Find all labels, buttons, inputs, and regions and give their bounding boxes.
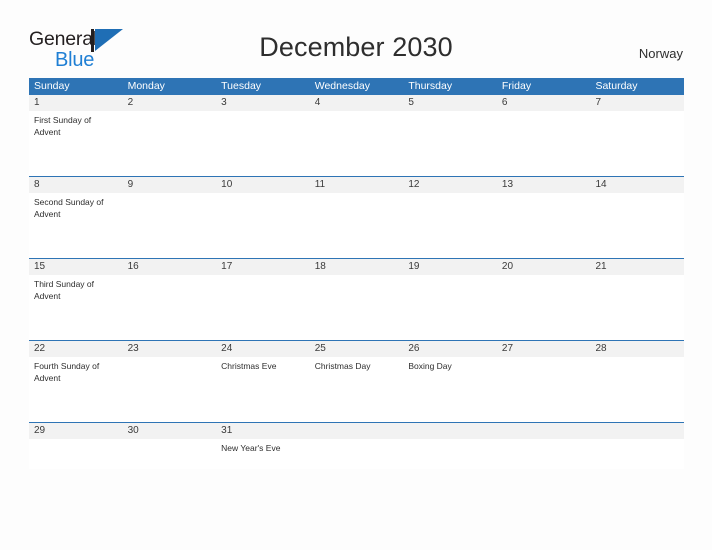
day-event xyxy=(403,111,497,176)
day-event xyxy=(123,357,217,422)
day-event: First Sunday of Advent xyxy=(34,115,92,137)
week-row: 29 30 31 New Year's Eve xyxy=(29,422,684,469)
day-number[interactable]: 14 xyxy=(590,177,684,193)
week-date-band: 22 23 24 25 26 27 28 xyxy=(29,341,684,357)
day-event xyxy=(590,193,684,258)
day-number[interactable]: 11 xyxy=(310,177,404,193)
day-event xyxy=(590,111,684,176)
weekday-header-thursday: Thursday xyxy=(408,80,453,92)
week-date-band: 1 2 3 4 5 6 7 xyxy=(29,95,684,111)
day-number[interactable]: 7 xyxy=(590,95,684,111)
day-number[interactable]: 2 xyxy=(123,95,217,111)
day-event: Second Sunday of Advent xyxy=(34,197,104,219)
day-number[interactable]: 30 xyxy=(123,423,217,439)
day-event xyxy=(497,193,591,258)
week-event-band: First Sunday of Advent xyxy=(29,111,684,176)
week-row: 15 16 17 18 19 20 21 Third Sunday of Adv… xyxy=(29,258,684,340)
day-number[interactable] xyxy=(403,423,497,439)
day-event xyxy=(123,275,217,340)
calendar-grid: Sunday Monday Tuesday Wednesday Thursday… xyxy=(29,78,684,469)
day-number[interactable]: 6 xyxy=(497,95,591,111)
day-event xyxy=(216,193,310,258)
day-number[interactable]: 13 xyxy=(497,177,591,193)
week-date-band: 8 9 10 11 12 13 14 xyxy=(29,177,684,193)
day-number[interactable]: 20 xyxy=(497,259,591,275)
day-event xyxy=(29,439,123,469)
day-event: Fourth Sunday of Advent xyxy=(34,361,100,383)
weekday-header-tuesday: Tuesday xyxy=(221,80,262,92)
day-event xyxy=(403,193,497,258)
day-number[interactable] xyxy=(497,423,591,439)
week-row: 1 2 3 4 5 6 7 First Sunday of Advent xyxy=(29,95,684,176)
day-event xyxy=(497,357,591,422)
day-number[interactable]: 3 xyxy=(216,95,310,111)
day-event xyxy=(310,439,404,469)
day-event xyxy=(497,275,591,340)
week-date-band: 29 30 31 xyxy=(29,423,684,439)
day-number[interactable]: 19 xyxy=(403,259,497,275)
day-event xyxy=(123,111,217,176)
day-number[interactable]: 15 xyxy=(29,259,123,275)
weekday-header-wednesday: Wednesday xyxy=(314,80,370,92)
day-number[interactable]: 22 xyxy=(29,341,123,357)
weekday-header-sunday: Sunday xyxy=(34,80,70,92)
day-number[interactable]: 8 xyxy=(29,177,123,193)
week-event-band: Second Sunday of Advent xyxy=(29,193,684,258)
day-event xyxy=(310,193,404,258)
day-number[interactable]: 18 xyxy=(310,259,404,275)
weekday-header-row: Sunday Monday Tuesday Wednesday Thursday… xyxy=(29,78,684,95)
day-event xyxy=(497,439,591,469)
day-number[interactable]: 21 xyxy=(590,259,684,275)
day-number[interactable]: 25 xyxy=(310,341,404,357)
weekday-header-monday: Monday xyxy=(127,80,165,92)
day-event: Third Sunday of Advent xyxy=(34,279,95,301)
day-event xyxy=(590,439,684,469)
day-number[interactable]: 10 xyxy=(216,177,310,193)
day-event xyxy=(123,193,217,258)
day-event xyxy=(216,111,310,176)
country-label: Norway xyxy=(638,46,683,61)
day-number[interactable]: 16 xyxy=(123,259,217,275)
day-event xyxy=(590,357,684,422)
week-date-band: 15 16 17 18 19 20 21 xyxy=(29,259,684,275)
week-event-band: New Year's Eve xyxy=(29,439,684,469)
day-number[interactable]: 27 xyxy=(497,341,591,357)
day-number[interactable]: 29 xyxy=(29,423,123,439)
day-event: Christmas Day xyxy=(314,361,371,371)
day-event xyxy=(310,111,404,176)
day-event xyxy=(310,275,404,340)
weekday-header-friday: Friday xyxy=(501,80,532,92)
day-number[interactable] xyxy=(590,423,684,439)
week-event-band: Third Sunday of Advent xyxy=(29,275,684,340)
day-event: New Year's Eve xyxy=(221,443,281,453)
day-number[interactable]: 24 xyxy=(216,341,310,357)
day-event: Boxing Day xyxy=(408,361,452,371)
day-number[interactable]: 17 xyxy=(216,259,310,275)
weekday-header-saturday: Saturday xyxy=(595,80,638,92)
day-number[interactable]: 9 xyxy=(123,177,217,193)
day-number[interactable]: 1 xyxy=(29,95,123,111)
day-number[interactable]: 26 xyxy=(403,341,497,357)
day-number[interactable]: 4 xyxy=(310,95,404,111)
day-event xyxy=(123,439,217,469)
day-number[interactable]: 28 xyxy=(590,341,684,357)
page-title: December 2030 xyxy=(259,32,453,62)
day-event: Christmas Eve xyxy=(221,361,277,371)
day-number[interactable]: 31 xyxy=(216,423,310,439)
week-row: 22 23 24 25 26 27 28 Fourth Sunday of Ad… xyxy=(29,340,684,422)
page-header: General Blue December 2030 Norway xyxy=(0,0,712,74)
day-event xyxy=(403,439,497,469)
day-event xyxy=(403,275,497,340)
day-event xyxy=(590,275,684,340)
day-event xyxy=(216,275,310,340)
week-event-band: Fourth Sunday of Advent Christmas Eve Ch… xyxy=(29,357,684,422)
day-number[interactable] xyxy=(310,423,404,439)
day-number[interactable]: 5 xyxy=(403,95,497,111)
week-row: 8 9 10 11 12 13 14 Second Sunday of Adve… xyxy=(29,176,684,258)
day-number[interactable]: 23 xyxy=(123,341,217,357)
day-number[interactable]: 12 xyxy=(403,177,497,193)
day-event xyxy=(497,111,591,176)
